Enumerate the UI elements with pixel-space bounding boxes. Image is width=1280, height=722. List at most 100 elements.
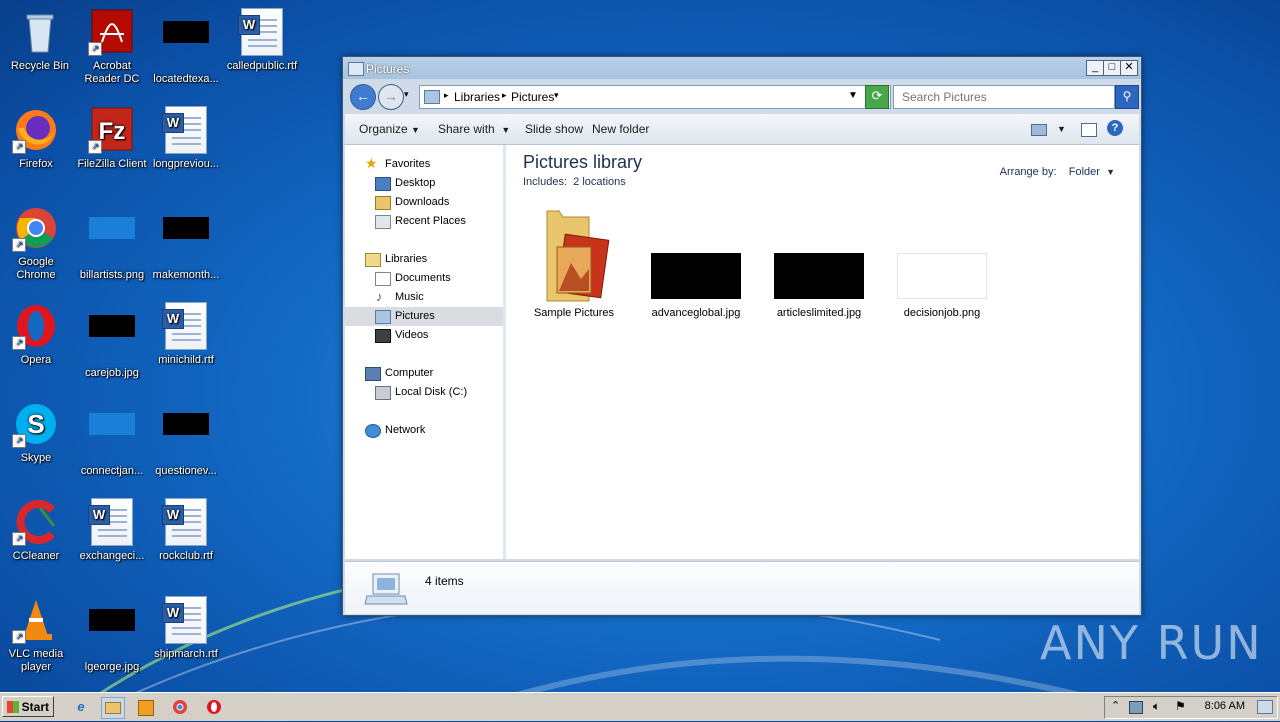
address-bar[interactable]: ▸ Libraries ▸ Pictures ▾ ▼ bbox=[419, 85, 891, 109]
desktop-icon-minichild[interactable]: W minichild.rtf bbox=[146, 302, 226, 367]
chrome-icon[interactable] bbox=[169, 697, 191, 717]
desktop-icon-connectjan[interactable]: connectjan... bbox=[72, 400, 152, 478]
desktop-icon-longpreviou[interactable]: W longpreviou... bbox=[146, 106, 226, 171]
address-dropdown-icon[interactable]: ▼ bbox=[848, 90, 858, 101]
back-button[interactable]: ← bbox=[350, 84, 376, 110]
breadcrumb-libraries[interactable]: Libraries bbox=[454, 90, 500, 104]
maximize-button[interactable]: □ bbox=[1103, 60, 1121, 76]
nav-computer[interactable]: Computer bbox=[345, 364, 503, 383]
view-options-dropdown[interactable]: ▼ bbox=[1057, 124, 1066, 134]
arrange-by: Arrange by: Folder ▼ bbox=[999, 166, 1115, 178]
nav-desktop[interactable]: Desktop bbox=[345, 174, 503, 193]
image-thumbnail-icon bbox=[162, 217, 210, 265]
desktop-icon-carejob[interactable]: carejob.jpg bbox=[72, 302, 152, 380]
search-icon: ⚲ bbox=[1122, 89, 1132, 103]
internet-explorer-icon[interactable]: e bbox=[70, 697, 92, 717]
filezilla-icon: Fz ↗ bbox=[88, 106, 136, 154]
file-item[interactable]: decisionjob.png bbox=[887, 207, 997, 319]
new-folder-button[interactable]: New folder bbox=[592, 122, 649, 136]
desktop-icon-questionev[interactable]: questionev... bbox=[146, 400, 226, 478]
organize-button[interactable]: Organize ▼ bbox=[359, 122, 420, 136]
downloads-folder-icon bbox=[375, 196, 391, 210]
desktop-icon-billartists[interactable]: billartists.png bbox=[72, 204, 152, 282]
desktop-icon-opera[interactable]: ↗ Opera bbox=[0, 302, 76, 367]
breadcrumb-pictures[interactable]: Pictures bbox=[511, 90, 554, 104]
address-row: ← → ▾ ▸ Libraries ▸ Pictures ▾ ▼ ⟳ ⚲ bbox=[347, 81, 1139, 111]
desktop-icon-ccleaner[interactable]: ↗ CCleaner bbox=[0, 498, 76, 563]
minimize-button[interactable]: _ bbox=[1086, 60, 1104, 76]
network-icon[interactable] bbox=[1129, 701, 1143, 714]
chevron-down-icon: ▼ bbox=[501, 125, 511, 135]
hard-disk-icon bbox=[375, 386, 391, 400]
close-button[interactable]: ✕ bbox=[1120, 60, 1138, 76]
breadcrumb-separator-icon[interactable]: ▸ bbox=[502, 90, 507, 101]
image-thumbnail-icon bbox=[88, 315, 136, 363]
slide-show-button[interactable]: Slide show bbox=[525, 122, 583, 136]
desktop-icon-skype[interactable]: S ↗ Skype bbox=[0, 400, 76, 465]
nav-local-disk[interactable]: Local Disk (C:) bbox=[345, 383, 503, 402]
nav-documents[interactable]: Documents bbox=[345, 269, 503, 288]
clock[interactable]: 8:06 AM bbox=[1205, 700, 1245, 712]
shortcut-arrow-icon: ↗ bbox=[12, 238, 26, 252]
change-view-icon[interactable] bbox=[1031, 124, 1047, 136]
refresh-button[interactable]: ⟳ bbox=[865, 85, 889, 109]
desktop-icon-vlc[interactable]: ↗ VLC media player bbox=[0, 596, 76, 674]
desktop-icon-calledpublic[interactable]: W calledpublic.rtf bbox=[222, 8, 302, 73]
file-item[interactable]: advanceglobal.jpg bbox=[641, 207, 751, 319]
search-box[interactable] bbox=[893, 85, 1115, 109]
image-thumbnail-icon bbox=[162, 21, 210, 69]
includes-locations-link[interactable]: 2 locations bbox=[573, 176, 626, 188]
window-title: Pictures bbox=[366, 62, 410, 76]
media-player-icon[interactable] bbox=[135, 697, 157, 717]
preview-pane-icon[interactable] bbox=[1081, 123, 1097, 137]
nav-network[interactable]: Network bbox=[345, 421, 503, 440]
shortcut-arrow-icon: ↗ bbox=[12, 630, 26, 644]
desktop-icon-chrome[interactable]: ↗ Google Chrome bbox=[0, 204, 76, 282]
desktop-icon-filezilla[interactable]: Fz ↗ FileZilla Client bbox=[72, 106, 152, 171]
nav-favorites[interactable]: ★ Favorites bbox=[345, 155, 503, 174]
nav-pictures[interactable]: Pictures bbox=[345, 307, 503, 326]
nav-libraries[interactable]: Libraries bbox=[345, 250, 503, 269]
details-pane: 4 items bbox=[345, 561, 1139, 614]
desktop-icon-shipmarch[interactable]: W shipmarch.rtf bbox=[146, 596, 226, 661]
word-document-icon: W bbox=[162, 106, 210, 154]
nav-downloads[interactable]: Downloads bbox=[345, 193, 503, 212]
start-button[interactable]: Start bbox=[2, 696, 54, 717]
system-tray: ⌃ 🔈︎ ⚑ 8:06 AM bbox=[1104, 696, 1278, 719]
shortcut-arrow-icon: ↗ bbox=[88, 140, 102, 154]
arrange-by-dropdown[interactable]: Folder ▼ bbox=[1069, 166, 1115, 178]
chevron-down-icon: ▼ bbox=[1106, 167, 1115, 177]
desktop-icon-rockclub[interactable]: W rockclub.rtf bbox=[146, 498, 226, 563]
desktop-icon-firefox[interactable]: ↗ Firefox bbox=[0, 106, 76, 171]
breadcrumb-separator-icon[interactable]: ▾ bbox=[554, 90, 559, 101]
show-hidden-icons-button[interactable]: ⌃ bbox=[1111, 699, 1120, 712]
speaker-icon[interactable]: 🔈︎ bbox=[1153, 699, 1160, 714]
file-item[interactable]: Sample Pictures bbox=[519, 207, 629, 319]
forward-button[interactable]: → bbox=[378, 84, 404, 110]
word-document-icon: W bbox=[238, 8, 286, 56]
desktop-icon-acrobat[interactable]: ↗ Acrobat Reader DC bbox=[72, 8, 152, 86]
recycle-bin-icon bbox=[16, 8, 64, 56]
vlc-cone-icon: ↗ bbox=[12, 596, 60, 644]
nav-videos[interactable]: Videos bbox=[345, 326, 503, 345]
file-item[interactable]: articleslimited.jpg bbox=[764, 207, 874, 319]
forward-arrow-icon: → bbox=[384, 88, 398, 104]
search-input[interactable] bbox=[900, 89, 1104, 105]
nav-recent-places[interactable]: Recent Places bbox=[345, 212, 503, 231]
desktop-icon-locatedtexa[interactable]: locatedtexa... bbox=[146, 8, 226, 86]
desktop-icon-recycle-bin[interactable]: Recycle Bin bbox=[0, 8, 80, 73]
action-center-flag-icon[interactable]: ⚑ bbox=[1175, 699, 1186, 713]
content-area: ★ Favorites Desktop Downloads Recent Pla… bbox=[345, 145, 1139, 559]
search-button[interactable]: ⚲ bbox=[1115, 85, 1139, 109]
desktop-icon-makemonth[interactable]: makemonth... bbox=[146, 204, 226, 282]
opera-icon[interactable] bbox=[203, 697, 225, 717]
desktop-icon-lgeorge[interactable]: lgeorge.jpg bbox=[72, 596, 152, 674]
help-icon[interactable]: ? bbox=[1107, 120, 1123, 136]
recent-pages-dropdown[interactable]: ▾ bbox=[404, 89, 409, 100]
desktop-icon-exchangeci[interactable]: W exchangeci... bbox=[72, 498, 152, 563]
window-titlebar[interactable]: Pictures _ □ ✕ bbox=[343, 57, 1141, 79]
nav-music[interactable]: ♪ Music bbox=[345, 288, 503, 307]
windows-explorer-icon[interactable] bbox=[101, 697, 125, 719]
show-desktop-icon[interactable] bbox=[1257, 700, 1273, 714]
share-with-button[interactable]: Share with ▼ bbox=[438, 122, 510, 136]
